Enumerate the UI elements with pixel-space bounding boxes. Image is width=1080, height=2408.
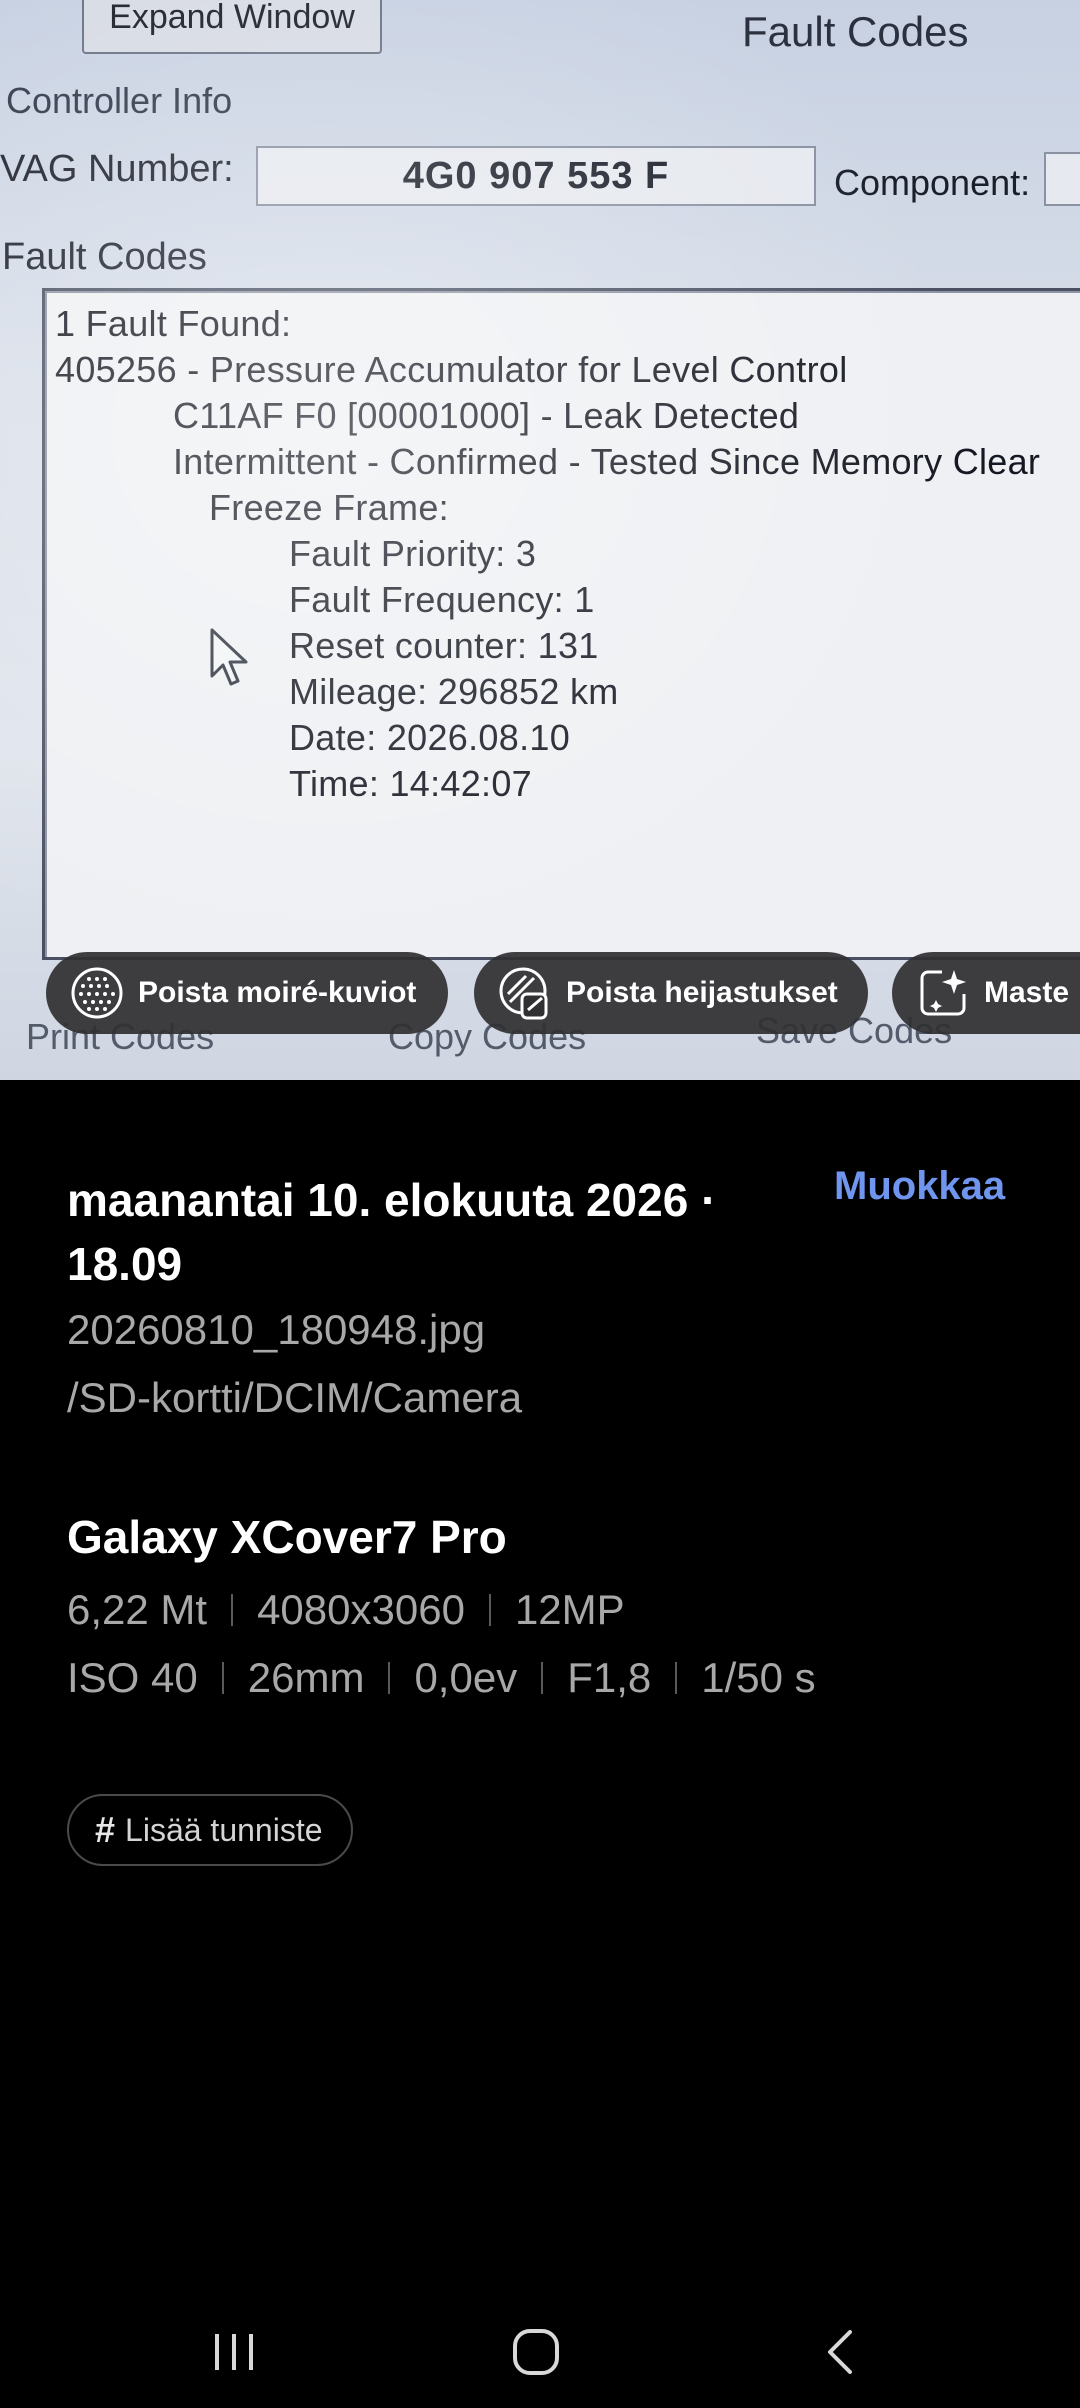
remove-moire-chip[interactable]: Poista moiré-kuviot: [46, 952, 448, 1034]
fault-line: Date: 2026.08.10: [289, 717, 571, 758]
back-button[interactable]: [800, 2320, 880, 2384]
divider: [675, 1662, 678, 1694]
fault-line: Time: 14:42:07: [289, 763, 532, 804]
fault-codes-title: Fault Codes: [742, 8, 969, 55]
home-button[interactable]: [496, 2320, 576, 2384]
iso-value: ISO 40: [67, 1654, 198, 1701]
ai-edit-chip[interactable]: Maste: [892, 952, 1080, 1034]
file-path: /SD-kortti/DCIM/Camera: [67, 1374, 523, 1421]
hashtag-icon: #: [95, 1809, 116, 1850]
divider: [221, 1662, 224, 1694]
expand-window-button: Expand Window: [82, 0, 382, 54]
device-name: Galaxy XCover7 Pro: [67, 1511, 507, 1563]
vag-number-field: 4G0 907 553 F: [256, 146, 816, 206]
component-field: [1044, 152, 1080, 206]
vag-number-label: VAG Number:: [0, 148, 234, 190]
add-tag-label: Lisää tunniste: [125, 1811, 323, 1848]
shutter-speed: 1/50 s: [701, 1654, 816, 1701]
megapixels: 12MP: [514, 1586, 625, 1633]
recents-button[interactable]: [194, 2320, 274, 2384]
add-tag-button[interactable]: # Lisää tunniste: [67, 1794, 353, 1866]
divider: [541, 1662, 544, 1694]
home-icon: [513, 2329, 559, 2375]
fault-line: Fault Priority: 3: [289, 533, 537, 574]
navigation-bar: [0, 2300, 1080, 2408]
chip-label: Poista heijastukset: [566, 976, 838, 1009]
divider: [388, 1662, 391, 1694]
fault-line: Intermittent - Confirmed - Tested Since …: [173, 441, 1041, 482]
fault-line: C11AF F0 [00001000] - Leak Detected: [173, 395, 800, 436]
file-name: 20260810_180948.jpg: [67, 1306, 486, 1353]
component-label: Component:: [834, 162, 1031, 203]
mouse-cursor-icon: [210, 628, 248, 686]
exposure-value: 0,0ev: [414, 1654, 518, 1701]
file-size: 6,22 Mt: [67, 1586, 208, 1633]
divider: [488, 1594, 491, 1626]
reflection-icon: [498, 966, 552, 1020]
recents-icon: [215, 2334, 253, 2370]
fault-line: Freeze Frame:: [209, 487, 449, 528]
remove-reflections-chip[interactable]: Poista heijastukset: [474, 952, 868, 1034]
divider: [231, 1594, 234, 1626]
photo-date: maanantai 10. elokuuta 2026 · 18.09: [67, 1174, 717, 1290]
resolution: 4080x3060: [257, 1586, 465, 1633]
controller-info-label: Controller Info: [6, 80, 233, 121]
file-specs-row: 6,22 Mt 4080x3060 12MP: [67, 1586, 625, 1634]
aperture: F1,8: [567, 1654, 652, 1701]
ai-edit-icon: [916, 966, 970, 1020]
focal-length: 26mm: [247, 1654, 365, 1701]
fault-line: Fault Frequency: 1: [289, 579, 595, 620]
fault-line: 1 Fault Found:: [55, 303, 292, 344]
edit-button[interactable]: Muokkaa: [834, 1164, 1005, 1209]
camera-specs-row: ISO 40 26mm 0,0ev F1,8 1/50 s: [67, 1654, 816, 1702]
fault-codes-label: Fault Codes: [2, 236, 207, 278]
moire-icon: [70, 966, 124, 1020]
fault-codes-box: 1 Fault Found: 405256 - Pressure Accumul…: [42, 288, 1080, 960]
chip-label: Maste: [984, 976, 1070, 1009]
photo-preview[interactable]: Expand Window Fault Codes Controller Inf…: [0, 0, 1080, 1080]
fault-line: 405256 - Pressure Accumulator for Level …: [55, 349, 848, 390]
fault-line: Mileage: 296852 km: [289, 671, 619, 712]
fault-line: Reset counter: 131: [289, 625, 599, 666]
chip-label: Poista moiré-kuviot: [138, 976, 417, 1009]
back-icon: [828, 2330, 852, 2374]
